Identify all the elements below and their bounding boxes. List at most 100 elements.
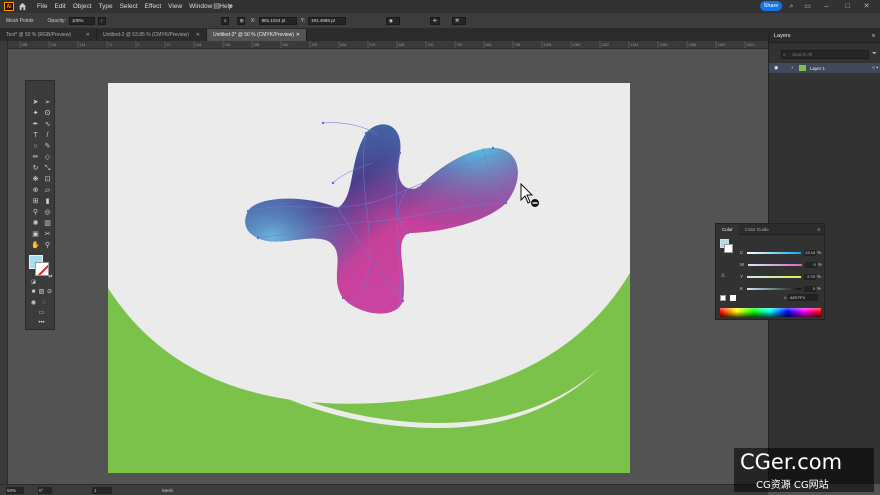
mesh-tool-icon[interactable]: ⊞	[31, 197, 40, 206]
layers-panel-title[interactable]: Layers ≡	[769, 29, 880, 43]
maximize-icon[interactable]: □	[843, 2, 852, 11]
color-spectrum[interactable]	[720, 308, 821, 317]
tab-color-guide[interactable]: Color Guide	[739, 227, 775, 232]
swap-colors-icon[interactable]: ⇄	[46, 273, 55, 282]
curvature-tool-icon[interactable]: ∿	[43, 120, 52, 129]
reshape-icon[interactable]: ✣	[430, 16, 441, 25]
symbol-sprayer-tool-icon[interactable]: ✺	[31, 219, 40, 228]
visibility-icon[interactable]: ◉	[774, 65, 778, 71]
isolate-icon[interactable]: ◉	[386, 16, 401, 25]
workspace-switcher-icon[interactable]: ▭	[803, 2, 812, 11]
cyan-slider[interactable]: C 23.19 %	[740, 249, 824, 256]
close-icon[interactable]: ✕	[86, 32, 90, 38]
none-mode-icon[interactable]: ⊘	[45, 288, 54, 297]
layer-name[interactable]: Layer 1	[810, 66, 825, 71]
tab-untitled-3[interactable]: Untitled-3* @ 50 % (CMYK/Preview) ✕	[207, 29, 307, 41]
graph-tool-icon[interactable]: ▥	[43, 219, 52, 228]
default-colors-icon[interactable]: ◪	[29, 278, 38, 287]
x-field[interactable]: 881.1024 pt	[258, 16, 297, 25]
share-button[interactable]: Share	[760, 1, 782, 11]
opacity-dropdown[interactable]: ›	[97, 16, 106, 25]
shape-builder-tool-icon[interactable]: ⊕	[31, 186, 40, 195]
scale-tool-icon[interactable]: ⤡	[43, 164, 52, 173]
close-icon[interactable]: ✕	[296, 32, 300, 38]
screen-mode-icon[interactable]: ▭	[37, 309, 46, 318]
type-tool-icon[interactable]: T	[31, 131, 40, 140]
vertical-ruler[interactable]	[0, 41, 8, 484]
close-icon[interactable]: ✕	[862, 2, 871, 11]
arrange-icon[interactable]: ▤	[212, 2, 221, 11]
menu-edit[interactable]: Edit	[54, 3, 65, 10]
hex-input[interactable]: AFE7F3	[788, 294, 818, 301]
lasso-tool-icon[interactable]: ʘ	[43, 109, 52, 118]
zoom-tool-icon[interactable]: ⚲	[43, 241, 52, 250]
tab-color[interactable]: Color	[716, 223, 739, 235]
layers-search-input[interactable]: Search All	[781, 50, 869, 59]
ellipse-tool-icon[interactable]: ○	[31, 142, 40, 151]
rotation-field[interactable]: 0°	[38, 486, 52, 494]
close-icon[interactable]: ✕	[196, 32, 200, 38]
direct-selection-tool-icon[interactable]: ➢	[43, 98, 52, 107]
channel-value[interactable]: 23.19	[804, 249, 817, 256]
draw-normal-icon[interactable]: ◉	[29, 299, 38, 308]
pencil-tool-icon[interactable]: ✏	[31, 153, 40, 162]
transform-icon[interactable]: ⊞	[236, 16, 245, 25]
channel-value[interactable]: 2.75	[804, 273, 817, 280]
artboard-field[interactable]: 1	[92, 486, 112, 494]
tab-untitled-2[interactable]: Untitled-2 @ 53.85 % (CMYK/Preview) ✕	[97, 29, 207, 41]
free-transform-tool-icon[interactable]: ⊡	[43, 175, 52, 184]
slice-tool-icon[interactable]: ✂	[43, 230, 52, 239]
menu-window[interactable]: Window	[189, 3, 212, 10]
menu-effect[interactable]: Effect	[145, 3, 162, 10]
align-icon[interactable]: ≡	[220, 16, 229, 25]
slider-track[interactable]	[747, 263, 802, 266]
white-swatch[interactable]	[730, 295, 736, 301]
line-tool-icon[interactable]: /	[43, 131, 52, 140]
edit-toolbar-icon[interactable]: •••	[37, 319, 46, 328]
magic-wand-tool-icon[interactable]: ✦	[31, 109, 40, 118]
search-icon[interactable]: ⌕	[787, 2, 796, 11]
expand-icon[interactable]: ›	[791, 65, 793, 71]
perspective-grid-tool-icon[interactable]: ▱	[43, 186, 52, 195]
panel-menu-icon[interactable]: ≡	[817, 227, 820, 232]
workspace-icon[interactable]: ▾	[226, 2, 235, 11]
panel-menu-icon[interactable]: ≡	[872, 33, 875, 39]
artboard[interactable]	[108, 83, 630, 473]
puppet-icon[interactable]: ⌘	[452, 16, 467, 25]
draw-behind-icon[interactable]: ◌	[40, 299, 49, 308]
menu-type[interactable]: Type	[98, 3, 112, 10]
minimize-icon[interactable]: –	[822, 2, 831, 11]
black-slider[interactable]: K 0 %	[740, 285, 824, 292]
eraser-tool-icon[interactable]: ◇	[43, 153, 52, 162]
opacity-field[interactable]: 100%	[68, 16, 95, 25]
zoom-field[interactable]: 50%	[6, 486, 24, 494]
menu-object[interactable]: Object	[73, 3, 92, 10]
target-icon[interactable]: ○ ▪	[872, 65, 878, 71]
menu-view[interactable]: View	[168, 3, 182, 10]
gradient-tool-icon[interactable]: ▮	[43, 197, 52, 206]
slider-track[interactable]	[747, 275, 802, 278]
hand-tool-icon[interactable]: ✋	[31, 241, 40, 250]
yellow-slider[interactable]: Y 2.75 %	[740, 273, 824, 280]
selection-tool-icon[interactable]: ➤	[31, 98, 40, 107]
home-icon[interactable]	[18, 2, 27, 11]
warp-tool-icon[interactable]: ❋	[31, 175, 40, 184]
horizontal-ruler[interactable]: 288 216 144 72 0 72 144 216 288 360 432 504 576 648 72…	[8, 41, 768, 49]
channel-value[interactable]: 0	[804, 285, 817, 292]
blend-tool-icon[interactable]: ◎	[43, 208, 52, 217]
rotate-tool-icon[interactable]: ↻	[31, 164, 40, 173]
slider-track[interactable]	[747, 287, 802, 290]
y-field[interactable]: 191.4988 pt	[308, 16, 347, 25]
pen-tool-icon[interactable]: ✒	[31, 120, 40, 129]
slider-track[interactable]	[747, 251, 802, 254]
paintbrush-tool-icon[interactable]: ✎	[43, 142, 52, 151]
menu-file[interactable]: File	[37, 3, 47, 10]
none-swatch[interactable]	[720, 295, 726, 301]
out-of-gamut-icon[interactable]: ◬	[721, 272, 725, 278]
layer-row[interactable]: ◉ › Layer 1 ○ ▪	[769, 63, 880, 73]
menu-select[interactable]: Select	[120, 3, 138, 10]
magenta-slider[interactable]: M 0 %	[740, 261, 824, 268]
filter-icon[interactable]: ⏷	[872, 51, 877, 58]
artboard-tool-icon[interactable]: ▣	[31, 230, 40, 239]
stroke-swatch[interactable]	[724, 244, 733, 253]
